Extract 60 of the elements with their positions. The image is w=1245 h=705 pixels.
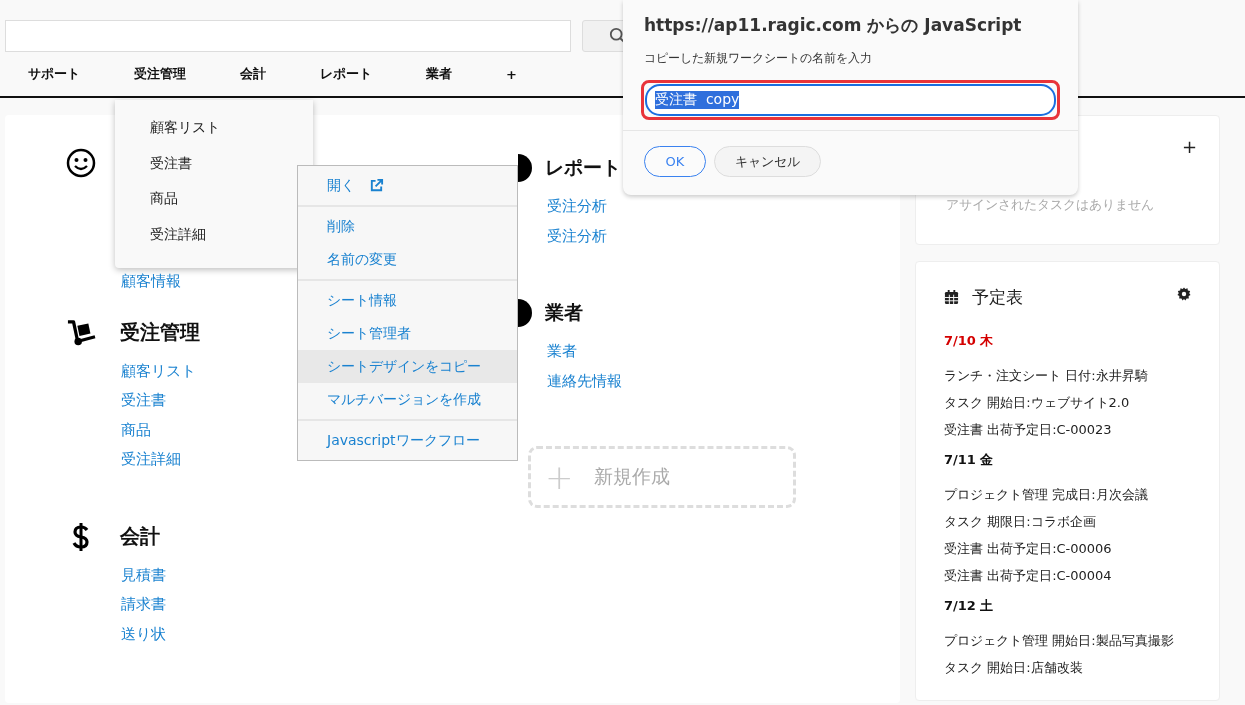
dialog-message: コピーした新規ワークシートの名前を入力	[643, 50, 873, 67]
new-sheet-label: 新規作成	[593, 464, 670, 489]
sheet-link[interactable]: 受注分析	[547, 221, 607, 251]
nav-tab[interactable]: 会計	[240, 65, 266, 83]
menu-item[interactable]: シート情報	[327, 291, 397, 310]
event-item[interactable]: タスク 期限日:コラボ企画	[944, 508, 1096, 535]
sheet-link[interactable]: 連絡先情報	[547, 366, 622, 396]
cancel-button[interactable]: キャンセル	[714, 146, 821, 177]
nav-tab[interactable]: サポート	[28, 65, 80, 83]
menu-item[interactable]: シート管理者	[327, 324, 411, 343]
empty-message: アサインされたタスクはありません	[946, 196, 1155, 214]
nav-tab[interactable]: 業者	[426, 65, 452, 83]
input-field[interactable]: 受注書 copy	[645, 84, 1056, 116]
menu-item[interactable]: 開く	[327, 176, 355, 195]
dollar-icon	[71, 521, 91, 552]
sheet-link[interactable]: 受注分析	[547, 192, 607, 222]
schedule-title: 予定表	[972, 285, 1024, 309]
event-item[interactable]: プロジェクト管理 完成日:月次会議	[944, 481, 1148, 508]
event-item[interactable]: タスク 開始日:店舗改装	[944, 654, 1083, 681]
menu-item[interactable]: Javascriptワークフロー	[327, 431, 480, 450]
sheet-link[interactable]: 送り状	[121, 619, 166, 649]
calendar-icon	[944, 289, 959, 305]
menu-item[interactable]: 削除	[327, 217, 355, 236]
event-item[interactable]: 受注書 出荷予定日:C-00023	[944, 416, 1112, 443]
date-heading: 7/12 土	[944, 597, 995, 615]
settings-icon	[1177, 287, 1191, 301]
sheet-link[interactable]: 請求書	[121, 590, 166, 620]
hand-truck-icon	[65, 318, 97, 347]
menu-item[interactable]: マルチバージョンを作成	[327, 390, 481, 409]
section-title: 業者	[545, 300, 583, 325]
sheet-link[interactable]: 見積書	[121, 560, 166, 590]
external-link-icon	[369, 178, 384, 193]
menu-item[interactable]: 顧客リスト	[115, 110, 313, 146]
sheet-link[interactable]: 業者	[547, 337, 577, 367]
section-title: 会計	[120, 523, 160, 550]
sheet-link[interactable]: 受注詳細	[121, 445, 181, 475]
sheet-link[interactable]: 商品	[121, 415, 151, 445]
nav-tab[interactable]: 受注管理	[134, 65, 186, 83]
add-button[interactable]: +	[1181, 136, 1197, 157]
dialog-title: https://ap11.ragic.com からの JavaScript	[643, 14, 1023, 37]
event-item[interactable]: 受注書 出荷予定日:C-00004	[944, 562, 1112, 589]
menu-item[interactable]: シートデザインをコピー	[327, 357, 481, 376]
sheet-link[interactable]: 顧客情報	[121, 267, 181, 297]
event-item[interactable]: ランチ・注文シート 日付:永井昇騎	[944, 362, 1148, 389]
menu-item[interactable]: 名前の変更	[327, 250, 397, 269]
section-title: レポート	[545, 155, 621, 180]
nav-tab[interactable]: +	[506, 66, 517, 82]
section-title: 受注管理	[120, 319, 200, 346]
plus-icon: +	[545, 460, 574, 494]
sheet-link[interactable]: 顧客リスト	[121, 356, 196, 386]
ok-button[interactable]: OK	[644, 146, 706, 177]
event-item[interactable]: タスク 開始日:ウェブサイト2.0	[944, 389, 1130, 416]
date-heading: 7/10 木	[944, 332, 995, 350]
search-field[interactable]	[5, 20, 571, 52]
sheet-link[interactable]: 受注書	[121, 386, 166, 416]
event-item[interactable]: 受注書 出荷予定日:C-00006	[944, 535, 1112, 562]
nav-tab[interactable]: レポート	[320, 65, 372, 83]
smiley-icon	[66, 148, 96, 178]
event-item[interactable]: プロジェクト管理 開始日:製品写真撮影	[944, 627, 1174, 654]
date-heading: 7/11 金	[944, 451, 995, 469]
